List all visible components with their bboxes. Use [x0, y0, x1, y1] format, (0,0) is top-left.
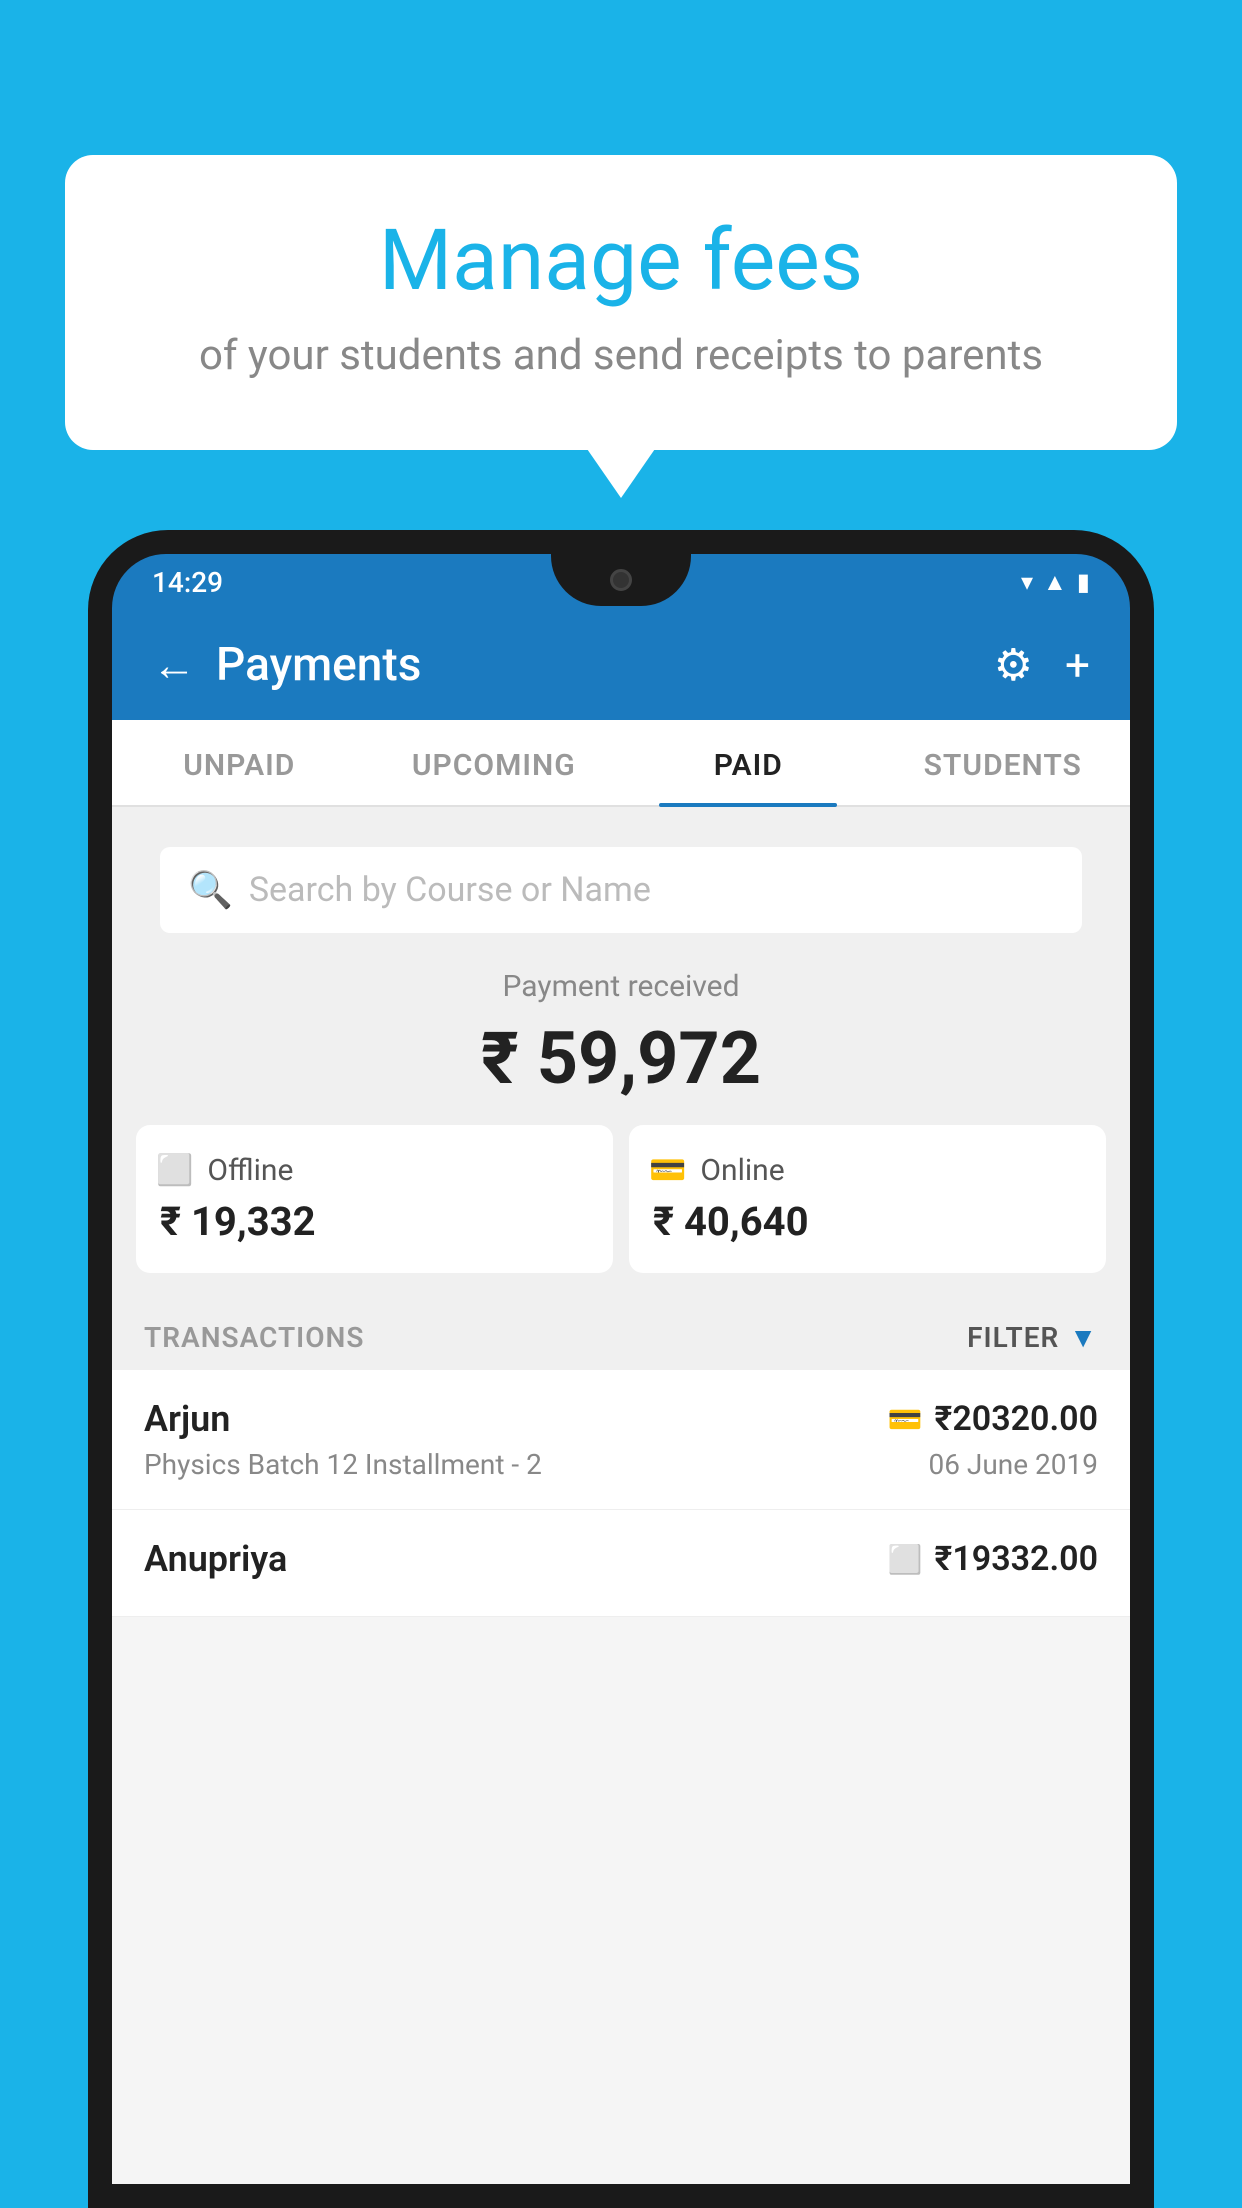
header-right: ⚙ + [994, 639, 1090, 691]
offline-label: Offline [207, 1153, 293, 1188]
add-button[interactable]: + [1065, 639, 1090, 691]
filter-label: FILTER [967, 1321, 1059, 1354]
online-icon: 💳 [649, 1153, 686, 1188]
phone-frame: 14:29 ▾ ▲ ▮ ← Payments ⚙ + [88, 530, 1154, 2208]
offline-card: ⬜ Offline ₹ 19,332 [136, 1125, 613, 1273]
notch-cutout [551, 554, 691, 606]
transaction-name-arjun: Arjun [144, 1398, 230, 1440]
payment-cards: ⬜ Offline ₹ 19,332 💳 Online ₹ 40,640 [136, 1125, 1106, 1273]
header-left: ← Payments [152, 638, 421, 692]
online-card: 💳 Online ₹ 40,640 [629, 1125, 1106, 1273]
online-label: Online [700, 1153, 784, 1188]
transaction-name-anupriya: Anupriya [144, 1538, 287, 1580]
search-bar[interactable]: 🔍 Search by Course or Name [160, 847, 1082, 933]
speech-bubble: Manage fees of your students and send re… [65, 155, 1177, 450]
tabs-bar: UNPAID UPCOMING PAID STUDENTS [112, 720, 1130, 807]
signal-icon: ▲ [1043, 568, 1067, 597]
tab-unpaid[interactable]: UNPAID [112, 720, 367, 805]
status-icons: ▾ ▲ ▮ [1021, 568, 1090, 597]
wifi-icon: ▾ [1021, 568, 1033, 596]
transaction-amount-wrap-arjun: 💳 ₹20320.00 [888, 1399, 1098, 1439]
transactions-header: TRANSACTIONS FILTER ▼ [112, 1297, 1130, 1370]
tab-upcoming[interactable]: UPCOMING [367, 720, 622, 805]
status-time: 14:29 [152, 566, 223, 599]
transaction-amount-wrap-anupriya: ⬜ ₹19332.00 [888, 1539, 1098, 1579]
settings-icon[interactable]: ⚙ [994, 639, 1033, 691]
tab-students[interactable]: STUDENTS [876, 720, 1131, 805]
offline-icon: ⬜ [156, 1153, 193, 1188]
transaction-amount-arjun: ₹20320.00 [935, 1399, 1098, 1439]
offline-amount: ₹ 19,332 [156, 1198, 593, 1245]
transaction-bottom-arjun: Physics Batch 12 Installment - 2 06 June… [144, 1448, 1098, 1481]
offline-card-header: ⬜ Offline [156, 1153, 593, 1188]
app-content: ← Payments ⚙ + UNPAID UPCOMING PAID STUD… [112, 610, 1130, 2184]
speech-bubble-container: Manage fees of your students and send re… [65, 155, 1177, 450]
camera-dot [610, 569, 632, 591]
transaction-date-arjun: 06 June 2019 [928, 1448, 1098, 1481]
payment-total: ₹ 59,972 [136, 1016, 1106, 1101]
card-icon-arjun: 💳 [888, 1403, 923, 1436]
online-amount: ₹ 40,640 [649, 1198, 1086, 1245]
filter-button[interactable]: FILTER ▼ [967, 1321, 1098, 1354]
speech-bubble-title: Manage fees [145, 215, 1097, 307]
tab-paid[interactable]: PAID [621, 720, 876, 805]
app-header: ← Payments ⚙ + [112, 610, 1130, 720]
transaction-desc-arjun: Physics Batch 12 Installment - 2 [144, 1448, 542, 1481]
transaction-amount-anupriya: ₹19332.00 [935, 1539, 1098, 1579]
filter-icon: ▼ [1069, 1321, 1098, 1354]
phone-container: 14:29 ▾ ▲ ▮ ← Payments ⚙ + [88, 530, 1154, 2208]
speech-bubble-subtitle: of your students and send receipts to pa… [145, 331, 1097, 380]
offline-icon-anupriya: ⬜ [888, 1543, 923, 1576]
payment-summary: Payment received ₹ 59,972 ⬜ Offline ₹ 19… [112, 933, 1130, 1297]
transaction-top-arjun: Arjun 💳 ₹20320.00 [144, 1398, 1098, 1440]
payment-received-label: Payment received [136, 969, 1106, 1004]
transaction-top-anupriya: Anupriya ⬜ ₹19332.00 [144, 1538, 1098, 1580]
transaction-row-arjun[interactable]: Arjun 💳 ₹20320.00 Physics Batch 12 Insta… [112, 1370, 1130, 1510]
search-icon: 🔍 [188, 869, 233, 911]
transactions-label: TRANSACTIONS [144, 1321, 364, 1354]
header-title: Payments [216, 638, 421, 692]
back-button[interactable]: ← [152, 643, 196, 687]
online-card-header: 💳 Online [649, 1153, 1086, 1188]
search-placeholder: Search by Course or Name [249, 870, 651, 910]
battery-icon: ▮ [1077, 568, 1090, 596]
status-bar: 14:29 ▾ ▲ ▮ [112, 554, 1130, 610]
transaction-row-anupriya[interactable]: Anupriya ⬜ ₹19332.00 [112, 1510, 1130, 1617]
